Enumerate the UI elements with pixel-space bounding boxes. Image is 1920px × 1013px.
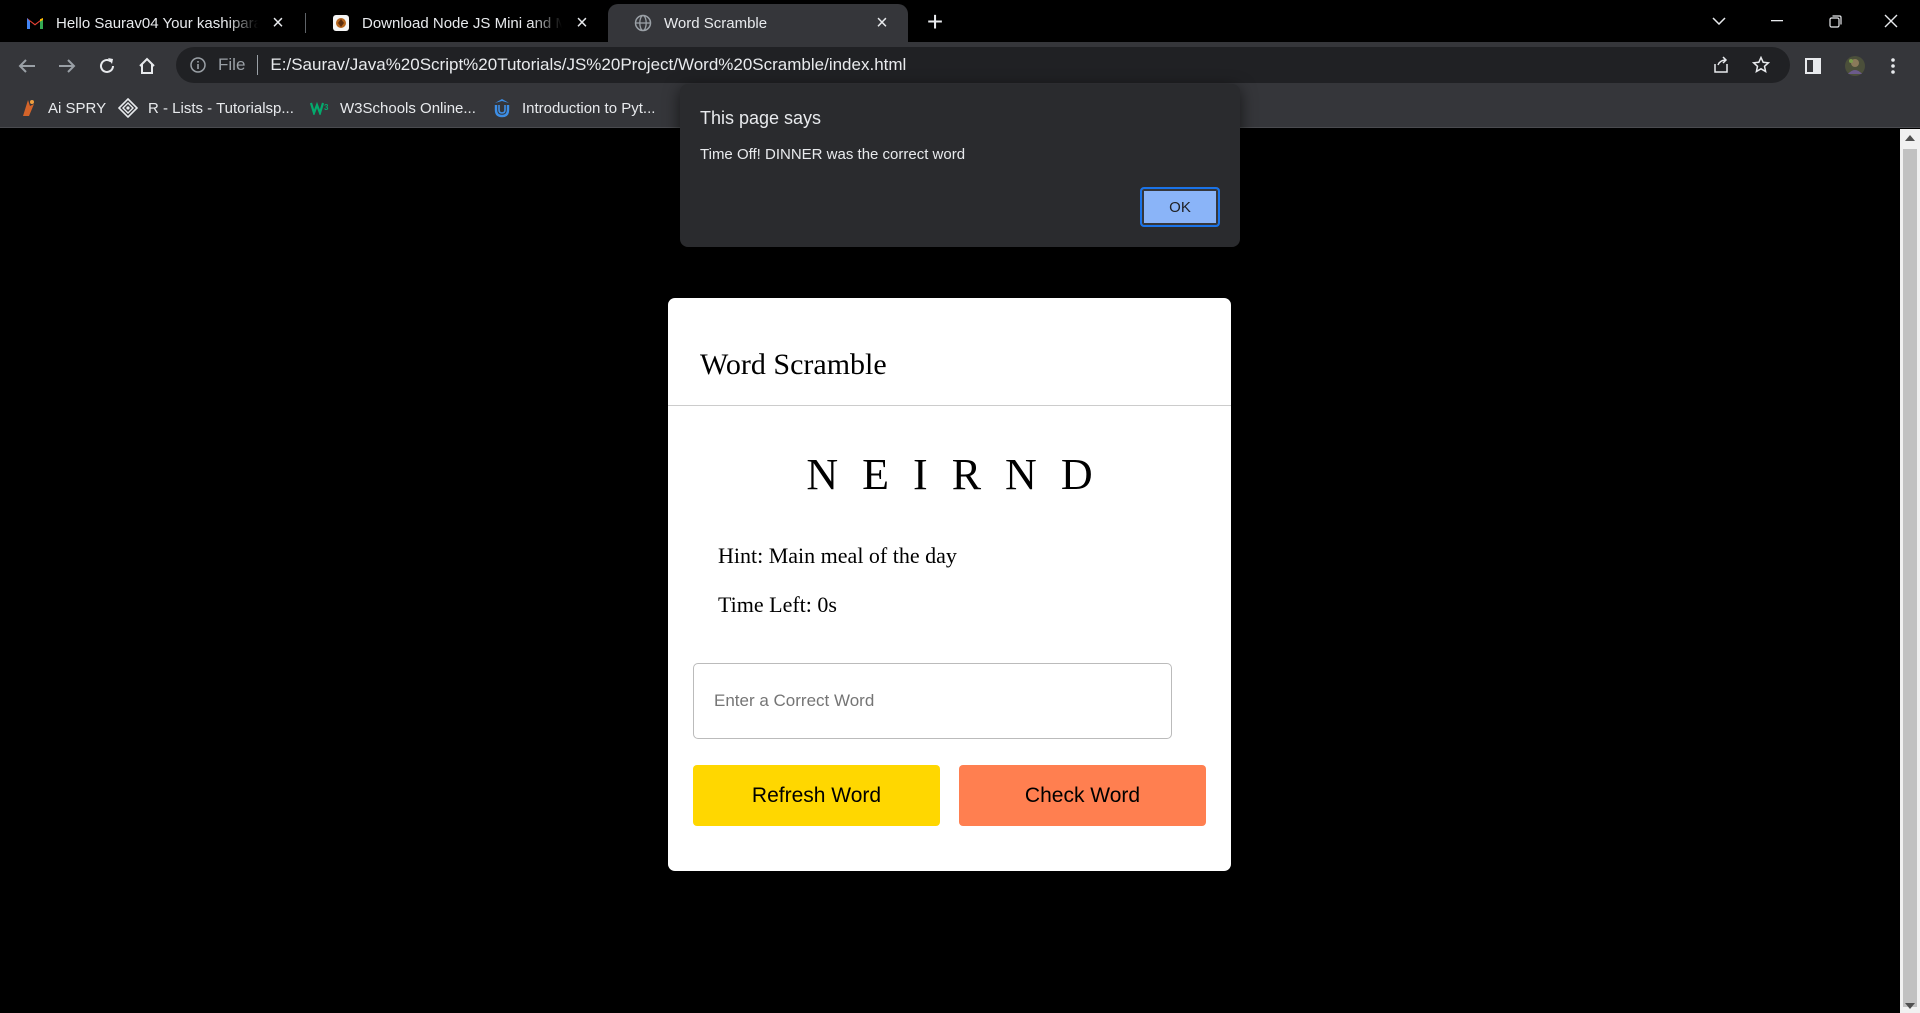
chevron-down-icon — [1712, 17, 1726, 25]
kashipara-icon — [332, 14, 350, 32]
tab-title: Download Node JS Mini and Major Projects — [362, 14, 562, 32]
address-bar[interactable]: File E:/Saurav/Java%20Script%20Tutorials… — [176, 47, 1790, 83]
minimize-icon — [1771, 20, 1783, 22]
dialog-message: Time Off! DINNER was the correct word — [700, 146, 966, 163]
refresh-word-button[interactable]: Refresh Word — [693, 765, 940, 826]
bookmark-tutorialspoint[interactable]: R - Lists - Tutorialsp... — [118, 94, 294, 122]
home-button[interactable] — [130, 49, 164, 83]
tab-kashipara[interactable]: Download Node JS Mini and Major Projects… — [306, 4, 608, 42]
browser-toolbar: File E:/Saurav/Java%20Script%20Tutorials… — [0, 42, 1920, 88]
page-scrollbar[interactable] — [1900, 129, 1920, 1013]
w3schools-icon: 3 — [310, 98, 330, 118]
time-number: 0 — [817, 592, 829, 617]
reload-button[interactable] — [90, 49, 124, 83]
close-icon[interactable]: × — [570, 11, 594, 35]
menu-button[interactable] — [1876, 49, 1910, 83]
new-tab-button[interactable]: + — [918, 6, 952, 40]
svg-text:3: 3 — [324, 103, 329, 112]
tab-gmail[interactable]: Hello Saurav04 Your kashipara account × — [0, 4, 304, 42]
scroll-down-arrow-icon[interactable] — [1905, 1003, 1915, 1009]
minimize-button[interactable] — [1748, 0, 1806, 42]
bookmark-w3schools[interactable]: 3 W3Schools Online... — [310, 94, 476, 122]
close-icon — [1884, 14, 1898, 28]
gmail-icon — [26, 14, 44, 32]
restore-icon — [1828, 14, 1842, 28]
title-divider — [668, 405, 1231, 406]
tab-title: Word Scramble — [664, 14, 768, 32]
forward-button[interactable] — [50, 49, 84, 83]
ok-button[interactable]: OK — [1140, 187, 1220, 227]
bookmark-aispry[interactable]: Ai SPRY — [18, 94, 106, 122]
udemy-icon — [492, 98, 512, 118]
hint-value: Main meal of the day — [768, 543, 957, 568]
reload-icon — [100, 58, 114, 73]
info-icon[interactable] — [188, 55, 208, 75]
time-label: Time Left: — [718, 592, 812, 617]
kebab-menu-icon — [1891, 58, 1895, 74]
bookmark-label: W3Schools Online... — [340, 99, 476, 117]
restore-button[interactable] — [1806, 0, 1864, 42]
time-left-text: Time Left: 0s — [718, 592, 837, 618]
scrollbar-thumb[interactable] — [1903, 149, 1917, 1007]
close-icon[interactable]: × — [870, 11, 894, 35]
tab-word-scramble[interactable]: Word Scramble × — [608, 4, 908, 42]
game-title: Word Scramble — [700, 348, 887, 381]
word-input[interactable] — [693, 663, 1172, 739]
side-panel-button[interactable] — [1796, 49, 1830, 83]
url-scheme: File — [218, 55, 246, 74]
forward-arrow-icon — [59, 59, 76, 73]
globe-icon — [634, 14, 652, 32]
scrambled-word: NEIRND — [806, 450, 1117, 499]
bookmark-label: Introduction to Pyt... — [522, 99, 656, 117]
bookmark-star-icon[interactable] — [1744, 47, 1778, 83]
aispry-icon — [18, 98, 38, 118]
avatar-icon — [1845, 56, 1865, 76]
tab-search-button[interactable] — [1690, 0, 1748, 42]
profile-avatar[interactable] — [1838, 49, 1872, 83]
check-word-button[interactable]: Check Word — [959, 765, 1206, 826]
back-arrow-icon — [18, 59, 35, 73]
bookmark-label: Ai SPRY — [48, 99, 107, 117]
tab-title: Hello Saurav04 Your kashipara account — [56, 14, 258, 32]
alert-dialog: This page says Time Off! DINNER was the … — [680, 84, 1240, 247]
scroll-up-arrow-icon[interactable] — [1905, 135, 1915, 141]
side-panel-icon — [1805, 58, 1821, 74]
bookmark-udemy[interactable]: Introduction to Pyt... — [492, 94, 655, 122]
url-divider — [257, 55, 259, 75]
tab-strip: Hello Saurav04 Your kashipara account × … — [0, 0, 1920, 42]
hint-label: Hint: — [718, 543, 764, 568]
back-button[interactable] — [10, 49, 44, 83]
bookmark-label: R - Lists - Tutorialsp... — [148, 99, 294, 117]
url-text[interactable]: E:/Saurav/Java%20Script%20Tutorials/JS%2… — [270, 55, 906, 75]
close-window-button[interactable] — [1862, 0, 1920, 42]
home-icon — [139, 57, 155, 74]
time-value: 0s — [817, 592, 837, 617]
share-icon[interactable] — [1704, 47, 1738, 83]
time-unit: s — [828, 592, 837, 617]
word-scramble-card: Word Scramble NEIRND Hint: Main meal of … — [668, 298, 1231, 871]
tutorialspoint-icon — [118, 98, 138, 118]
hint-text: Hint: Main meal of the day — [718, 543, 957, 569]
close-icon[interactable]: × — [266, 11, 290, 35]
dialog-title: This page says — [700, 108, 822, 128]
